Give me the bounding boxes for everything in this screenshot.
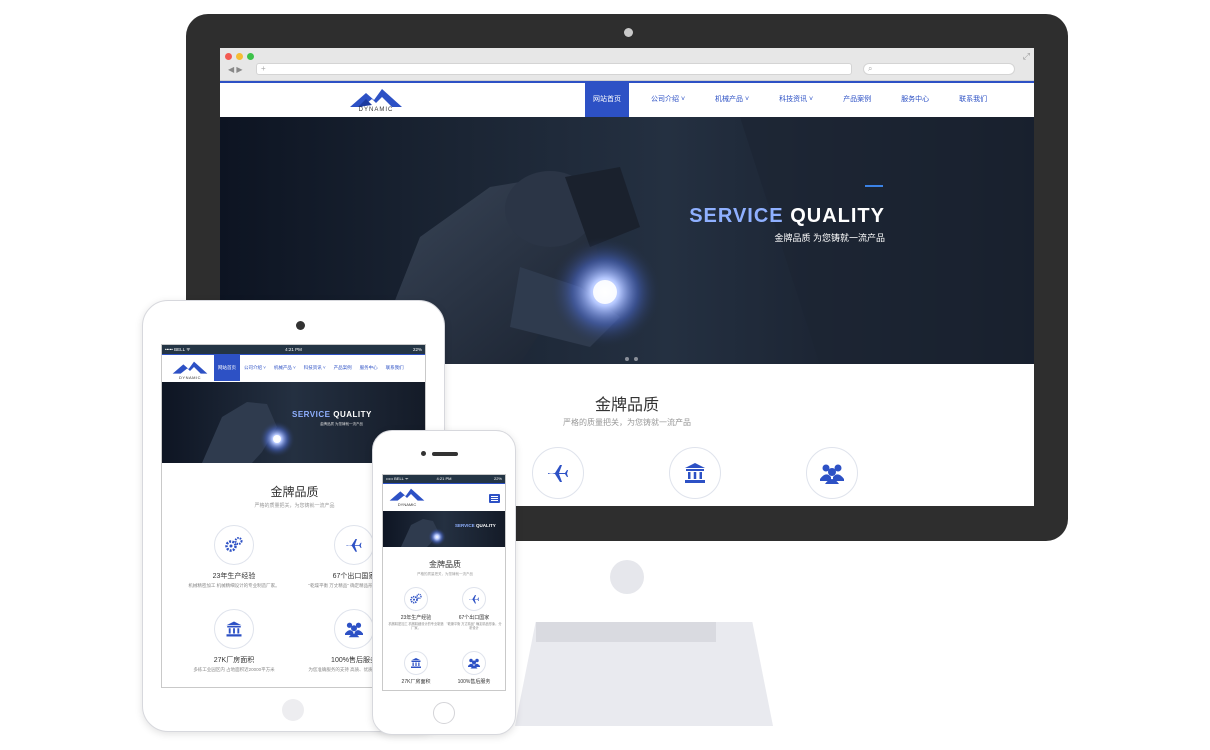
status-time: 4:21 PM	[436, 476, 452, 481]
minimize-window-icon[interactable]	[236, 53, 243, 60]
hero-title: SERVICE QUALITY	[455, 523, 496, 528]
iphone-hero-banner: SERVICE QUALITY	[383, 511, 505, 547]
menu-item-cases[interactable]: 产品案例	[835, 83, 879, 117]
hero-title-highlight: SERVICE	[689, 205, 784, 227]
bank-icon	[214, 609, 254, 649]
iphone-status-bar: ••••• BELL ᯤ 4:21 PM 22%	[383, 475, 505, 483]
ipad-main-menu: 网站首页 公司介绍 ˅ 机械产品 ˅ 科技资讯 ˅ 产品案例 服务中心 联系我们	[214, 355, 408, 381]
feature-desc: 机械精密加工 机械精细设计的专业制造厂家。	[388, 622, 444, 630]
mountain-logo-icon	[172, 361, 208, 374]
bank-icon	[404, 651, 428, 675]
feature-card: 27K厂房面积	[387, 651, 445, 685]
airplane-icon	[334, 525, 374, 565]
quality-title: 金牌品质	[429, 560, 461, 569]
menu-item-cases[interactable]: 产品案例	[330, 355, 356, 381]
hero-subtitle: 金牌品质 为您铸就一流产品	[774, 233, 885, 243]
menu-item-contact[interactable]: 联系我们	[951, 83, 995, 117]
ipad-site-header: DYNAMIC 网站首页 公司介绍 ˅ 机械产品 ˅ 科技资讯 ˅ 产品案例 服…	[162, 354, 425, 382]
mountain-logo-icon	[389, 488, 425, 501]
battery-text: 22%	[493, 476, 502, 481]
iphone-screen: ••••• BELL ᯤ 4:21 PM 22% DYNAMIC SERVICE…	[382, 474, 506, 691]
hero-title: SERVICE QUALITY	[670, 205, 885, 228]
ipad-camera	[296, 321, 305, 330]
menu-item-service[interactable]: 服务中心	[893, 83, 937, 117]
status-time: 4:21 PM	[285, 347, 302, 352]
airplane-icon	[532, 447, 584, 499]
menu-item-home[interactable]: 网站首页	[585, 83, 629, 117]
welder-image	[401, 519, 446, 547]
feature-card: 23年生产经验 机械精密加工 机械精细设计的专业制造厂家。	[174, 525, 294, 589]
feature-title: 67个出口国家	[458, 615, 490, 621]
feature-card: 23年生产经验 机械精密加工 机械精细设计的专业制造厂家。	[387, 587, 445, 630]
menu-item-home[interactable]: 网站首页	[214, 355, 240, 381]
ipad-status-bar: ••••• BELL ᯤ 4:21 PM 22%	[162, 345, 425, 354]
feature-desc: "乾燥平衡 万丈精品" 确定精品形象，分析设计	[446, 622, 502, 630]
browser-search-input[interactable]: ⌕	[863, 63, 1015, 75]
iphone-site-header: DYNAMIC	[383, 483, 505, 511]
mountain-logo-icon	[350, 89, 402, 107]
airplane-icon	[462, 587, 486, 611]
site-logo[interactable]: DYNAMIC	[348, 85, 404, 117]
iphone-camera	[421, 451, 426, 456]
users-icon	[462, 651, 486, 675]
ipad-site-logo[interactable]: DYNAMIC	[170, 359, 210, 381]
menu-item-news[interactable]: 科技资讯 ˅	[300, 355, 330, 381]
feature-title: 27K厂房面积	[401, 679, 431, 685]
users-icon	[334, 609, 374, 649]
quality-subtitle: 严格的质量把关，为您铸就一流产品	[417, 572, 473, 576]
hero-title-rest: QUALITY	[475, 523, 496, 528]
menu-item-about[interactable]: 公司介绍 ˅	[240, 355, 270, 381]
maximize-window-icon[interactable]	[247, 53, 254, 60]
browser-chrome: ◀ ▶ + ⌕ ⤢	[220, 48, 1034, 81]
imac-logo-icon	[610, 560, 644, 594]
feature-card: 27K厂房面积 多栋工业园区内 占地面积近20000平方米	[174, 609, 294, 673]
ipad-home-button[interactable]	[282, 699, 304, 721]
hero-title-highlight: SERVICE	[292, 410, 331, 419]
imac-camera	[624, 28, 633, 37]
hero-accent-line	[865, 185, 883, 187]
menu-item-contact[interactable]: 联系我们	[382, 355, 408, 381]
menu-item-products[interactable]: 机械产品 ˅	[270, 355, 300, 381]
carousel-dot[interactable]	[634, 357, 638, 361]
feature-card: 100%售后服务	[445, 651, 503, 685]
menu-item-news[interactable]: 科技资讯 ˅	[771, 83, 821, 117]
feature-card: 67个出口国家 "乾燥平衡 万丈精品" 确定精品形象，分析设计	[445, 587, 503, 630]
gears-icon	[404, 587, 428, 611]
site-header: DYNAMIC 网站首页 公司介绍 ˅ 机械产品 ˅ 科技资讯 ˅ 产品案例 服…	[220, 81, 1034, 117]
logo-text: DYNAMIC	[397, 502, 417, 507]
users-icon	[806, 447, 858, 499]
hero-title: SERVICE QUALITY	[292, 410, 372, 419]
carousel-dot[interactable]	[625, 357, 629, 361]
main-menu: 网站首页 公司介绍 ˅ 机械产品 ˅ 科技资讯 ˅ 产品案例 服务中心 联系我们	[585, 83, 995, 117]
feature-title: 27K厂房面积	[213, 657, 255, 664]
hero-title-highlight: SERVICE	[455, 523, 475, 528]
logo-text: DYNAMIC	[179, 375, 201, 380]
iphone-speaker	[432, 452, 458, 456]
battery-text: 22%	[412, 347, 422, 352]
logo-text: DYNAMIC	[358, 107, 394, 113]
fullscreen-icon[interactable]: ⤢	[1023, 51, 1030, 62]
hero-subtitle: 金牌品质 为您铸就一流产品	[320, 422, 363, 426]
back-forward-icon[interactable]: ◀ ▶	[228, 65, 243, 74]
menu-item-service[interactable]: 服务中心	[356, 355, 382, 381]
hero-title-rest: QUALITY	[790, 205, 885, 227]
url-bar[interactable]: +	[256, 63, 852, 75]
gears-icon	[214, 525, 254, 565]
hamburger-menu-icon[interactable]	[489, 494, 500, 503]
menu-item-about[interactable]: 公司介绍 ˅	[643, 83, 693, 117]
carousel-dots[interactable]	[625, 348, 643, 364]
feature-title: 100%售后服务	[457, 679, 491, 685]
bank-icon	[669, 447, 721, 499]
iphone-site-logo[interactable]: DYNAMIC	[387, 486, 427, 510]
iphone-home-button[interactable]	[433, 702, 455, 724]
feature-title: 23年生产经验	[212, 573, 256, 580]
close-window-icon[interactable]	[225, 53, 232, 60]
feature-desc: 多栋工业园区内 占地面积近20000平方米	[193, 667, 275, 672]
imac-stand-neck	[536, 622, 716, 642]
hero-title-rest: QUALITY	[333, 410, 372, 419]
menu-item-products[interactable]: 机械产品 ˅	[707, 83, 757, 117]
feature-desc: 机械精密加工 机械精细设计的专业制造厂家。	[188, 583, 280, 588]
feature-title: 23年生产经验	[400, 615, 432, 621]
